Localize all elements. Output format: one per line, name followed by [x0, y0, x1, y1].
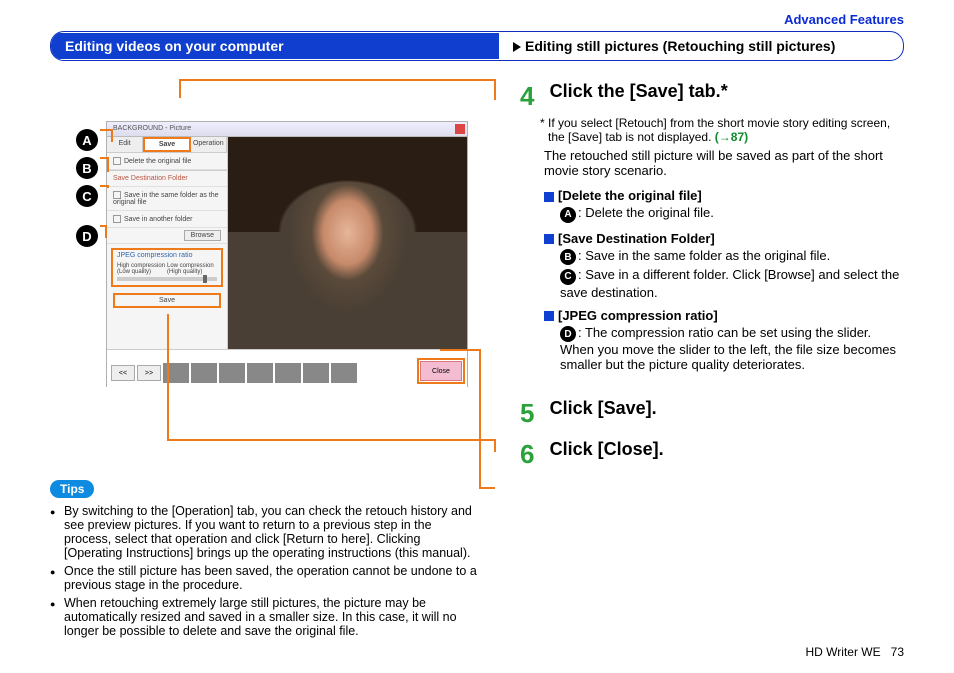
step-title: Click [Close].: [550, 439, 664, 459]
option-jpeg-body: D: The compression ratio can be set usin…: [520, 325, 904, 373]
window-titlebar: BACKGROUND - Picture: [107, 122, 467, 137]
tip-item: When retouching extremely large still pi…: [64, 596, 480, 638]
radio-icon[interactable]: [113, 191, 121, 199]
save-panel: Edit Save Operation Delete the original …: [107, 137, 228, 349]
play-icon: [513, 42, 521, 52]
step-title: Click [Save].: [550, 398, 657, 418]
bullet-icon: [544, 192, 554, 202]
row-browse: Browse: [107, 228, 227, 244]
title-right-text: Editing still pictures (Retouching still…: [525, 38, 835, 54]
step-6: 6 Click [Close].: [520, 439, 904, 470]
tab-edit[interactable]: Edit: [107, 137, 143, 152]
page-link[interactable]: (→87): [715, 130, 748, 144]
step-5: 5 Click [Save].: [520, 398, 904, 429]
app-screenshot: BACKGROUND - Picture Edit Save Operation…: [106, 121, 468, 387]
bullet-icon: [544, 311, 554, 321]
option-jpeg-heading: [JPEG compression ratio]: [520, 308, 904, 323]
row-delete-original[interactable]: Delete the original file: [107, 153, 227, 170]
tip-item: Once the still picture has been saved, t…: [64, 564, 480, 592]
row-same-folder[interactable]: Save in the same folder as the original …: [107, 187, 227, 211]
thumbnail[interactable]: [163, 363, 189, 383]
ref-d-icon: D: [560, 326, 576, 342]
step-body: The retouched still picture will be save…: [520, 148, 904, 178]
thumbnail[interactable]: [219, 363, 245, 383]
tab-save[interactable]: Save: [143, 137, 190, 152]
row-other-label: Save in another folder: [124, 216, 193, 223]
title-right: Editing still pictures (Retouching still…: [499, 33, 903, 59]
tab-operation[interactable]: Operation: [191, 137, 227, 152]
product-name: HD Writer WE: [806, 645, 881, 659]
close-button-highlight: Close: [417, 358, 465, 384]
title-left: Editing videos on your computer: [51, 33, 499, 59]
preview-area: [228, 137, 467, 349]
option-dest-heading: [Save Destination Folder]: [520, 231, 904, 246]
thumbnail[interactable]: [275, 363, 301, 383]
step-title: Click the [Save] tab.*: [550, 81, 728, 101]
step-note: * If you select [Retouch] from the short…: [520, 116, 904, 144]
step-number: 6: [520, 439, 546, 470]
tip-item: By switching to the [Operation] tab, you…: [64, 504, 480, 560]
radio-icon[interactable]: [113, 215, 121, 223]
page-footer: HD Writer WE 73: [806, 645, 904, 659]
tips-list: By switching to the [Operation] tab, you…: [50, 504, 480, 638]
window-close-icon[interactable]: [455, 124, 465, 134]
jpeg-header: JPEG compression ratio: [117, 252, 217, 259]
option-delete-heading: [Delete the original file]: [520, 188, 904, 203]
row-dest-header: Save Destination Folder: [107, 170, 227, 187]
callout-c: C: [76, 185, 98, 207]
slider-right-label: Low compression (High quality): [167, 263, 217, 275]
window-title-text: BACKGROUND - Picture: [113, 125, 191, 132]
compression-slider[interactable]: [117, 277, 217, 281]
browse-button[interactable]: Browse: [184, 230, 221, 241]
section-header: Advanced Features: [50, 12, 904, 27]
ref-b-icon: B: [560, 249, 576, 265]
title-bar: Editing videos on your computer Editing …: [50, 31, 904, 61]
callout-a: A: [76, 129, 98, 151]
step-number: 5: [520, 398, 546, 429]
option-dest-body1: B: Save in the same folder as the origin…: [520, 248, 904, 266]
checkbox-icon[interactable]: [113, 157, 121, 165]
slider-left-label: High compression (Low quality): [117, 263, 167, 275]
callout-b: B: [76, 157, 98, 179]
right-column: 4 Click the [Save] tab.* * If you select…: [480, 81, 904, 480]
thumbnail-strip: << >> Close: [107, 349, 467, 396]
strip-prev[interactable]: <<: [111, 365, 135, 381]
thumbnail[interactable]: [331, 363, 357, 383]
page-number: 73: [891, 645, 904, 659]
tips-label: Tips: [50, 480, 94, 498]
strip-next[interactable]: >>: [137, 365, 161, 381]
callout-d: D: [76, 225, 98, 247]
close-button[interactable]: Close: [420, 361, 462, 381]
thumbnail[interactable]: [303, 363, 329, 383]
jpeg-section: JPEG compression ratio High compression …: [111, 248, 223, 287]
left-column: A B C D BACKGROUND - Picture Edit Save O…: [50, 81, 480, 480]
panel-tabs: Edit Save Operation: [107, 137, 227, 153]
thumbnail[interactable]: [191, 363, 217, 383]
row-other-folder[interactable]: Save in another folder: [107, 211, 227, 228]
row-delete-label: Delete the original file: [124, 158, 191, 165]
step-4: 4 Click the [Save] tab.* * If you select…: [520, 81, 904, 372]
row-same-label: Save in the same folder as the original …: [113, 192, 219, 206]
option-dest-body2: C: Save in a different folder. Click [Br…: [520, 267, 904, 300]
ref-c-icon: C: [560, 269, 576, 285]
bullet-icon: [544, 234, 554, 244]
thumbnail[interactable]: [247, 363, 273, 383]
option-delete-body: A: Delete the original file.: [520, 205, 904, 223]
save-button[interactable]: Save: [113, 293, 221, 308]
ref-a-icon: A: [560, 207, 576, 223]
step-number: 4: [520, 81, 546, 112]
